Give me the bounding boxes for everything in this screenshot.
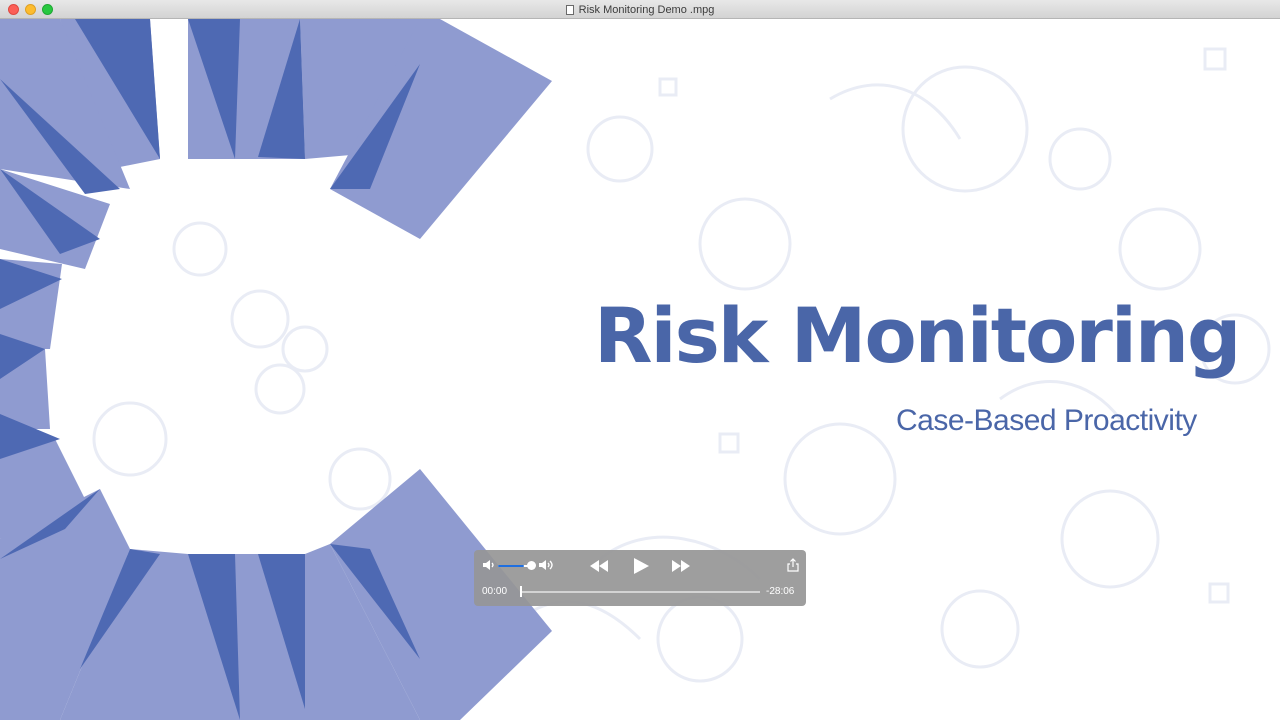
play-icon[interactable] (632, 557, 650, 575)
document-icon (565, 4, 574, 15)
scrubber-track[interactable] (520, 591, 760, 593)
share-icon[interactable] (787, 558, 799, 572)
window-title-text: Risk Monitoring Demo .mpg (578, 3, 715, 16)
slide-title: Risk Monitoring (594, 291, 1241, 380)
rewind-icon[interactable] (589, 559, 609, 573)
volume-level (498, 565, 524, 567)
volume-slider-knob[interactable] (527, 561, 536, 570)
scrubber-playhead[interactable] (520, 586, 522, 597)
volume-high-icon[interactable] (538, 558, 556, 572)
fast-forward-icon[interactable] (671, 559, 691, 573)
time-elapsed: 00:00 (482, 586, 508, 597)
title-bar: Risk Monitoring Demo .mpg (0, 0, 1280, 19)
window-title: Risk Monitoring Demo .mpg (0, 0, 1280, 19)
sunburst-graphic (0, 19, 552, 720)
video-frame[interactable]: Risk Monitoring Case-Based Proactivity (0, 19, 1280, 720)
volume-low-icon[interactable] (482, 558, 496, 572)
playback-controls: 00:00 -28:06 (474, 550, 806, 606)
time-remaining: -28:06 (766, 586, 795, 597)
slide-subtitle: Case-Based Proactivity (896, 404, 1197, 437)
